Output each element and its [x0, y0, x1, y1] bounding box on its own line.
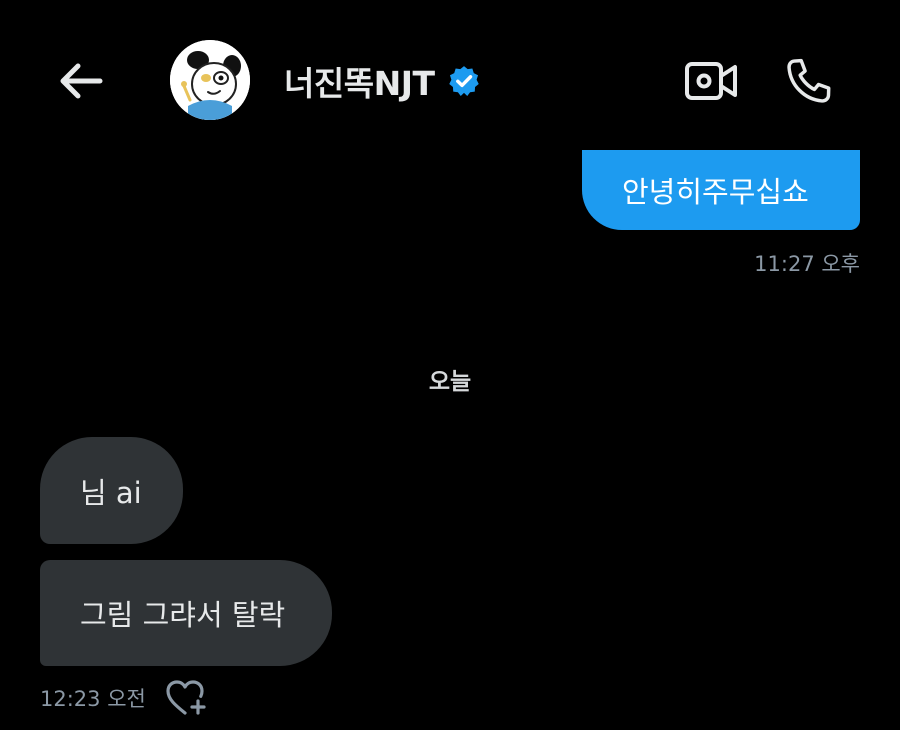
avatar-illustration	[170, 40, 250, 120]
video-camera-icon	[685, 62, 737, 100]
phone-icon	[787, 58, 831, 103]
date-separator: 오늘	[428, 369, 472, 395]
outgoing-message-timestamp: 11:27 오후	[754, 252, 860, 276]
avatar[interactable]	[170, 40, 250, 120]
incoming-message-bubble[interactable]: 님 ai	[40, 437, 183, 544]
outgoing-message-bubble[interactable]: 안녕히주무십쇼	[582, 150, 860, 230]
contact-name: 너진똑NJT	[284, 64, 435, 103]
conversation-header: 너진똑NJT	[0, 0, 900, 150]
incoming-message-timestamp: 12:23 오전	[40, 687, 146, 711]
heart-plus-icon	[166, 680, 206, 715]
back-button[interactable]	[52, 58, 108, 104]
voice-call-button[interactable]	[780, 52, 838, 110]
verified-badge-icon	[447, 64, 481, 98]
video-call-button[interactable]	[682, 55, 740, 107]
contact-name-area[interactable]: 너진똑NJT	[284, 58, 481, 104]
arrow-left-icon	[60, 63, 103, 99]
incoming-message-bubble[interactable]: 그림 그랴서 탈락	[40, 560, 332, 666]
add-reaction-button[interactable]	[164, 678, 210, 718]
